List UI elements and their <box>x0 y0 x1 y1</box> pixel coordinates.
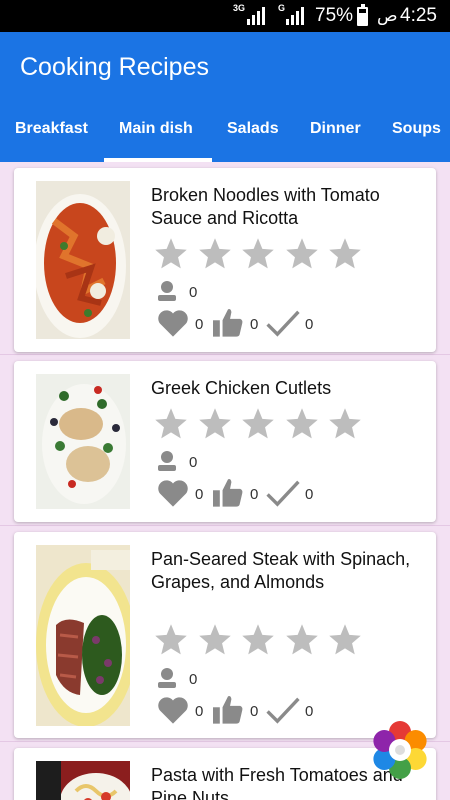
thumbs-up-count: 0 <box>250 316 259 333</box>
app-title: Cooking Recipes <box>20 53 209 81</box>
status-bar: 3G G 75% ص 4:25 <box>0 0 450 32</box>
tab-soups[interactable]: Soups <box>392 120 441 138</box>
clock: 4:25 <box>400 5 437 26</box>
likes-count: 0 <box>195 316 204 333</box>
checks-count: 0 <box>305 703 314 720</box>
recipe-title[interactable]: Broken Noodles with Tomato Sauce and Ric… <box>151 184 427 230</box>
star-icon[interactable] <box>153 622 189 658</box>
app-bar: Cooking Recipes Breakfast Main dish Sala… <box>0 32 450 162</box>
heart-icon[interactable] <box>156 308 190 338</box>
checks-count: 0 <box>305 486 314 503</box>
heart-icon[interactable] <box>156 478 190 508</box>
heart-icon[interactable] <box>156 695 190 725</box>
user-icon <box>158 451 176 471</box>
ratings-count: 0 <box>189 284 198 301</box>
star-icon[interactable] <box>284 622 320 658</box>
signal-strength-icon-2 <box>286 7 304 25</box>
star-icon[interactable] <box>240 622 276 658</box>
star-icon[interactable] <box>327 236 363 272</box>
check-icon[interactable] <box>266 309 300 337</box>
star-icon[interactable] <box>284 236 320 272</box>
recipe-thumbnail <box>36 181 130 339</box>
tab-selected-indicator <box>104 158 212 162</box>
rating-stars[interactable] <box>153 406 369 442</box>
network-type-label-2: G <box>278 3 286 13</box>
battery-icon <box>357 4 368 26</box>
settings-flower-icon[interactable] <box>370 720 430 780</box>
battery-percent: 75% <box>315 5 354 26</box>
thumbs-up-icon[interactable] <box>211 695 245 725</box>
star-icon[interactable] <box>153 406 189 442</box>
star-icon[interactable] <box>197 236 233 272</box>
tab-dinner[interactable]: Dinner <box>310 120 361 138</box>
likes-count: 0 <box>195 486 204 503</box>
recipe-title[interactable]: Pan-Seared Steak with Spinach, Grapes, a… <box>151 548 427 594</box>
am-pm-label: ص <box>377 6 398 25</box>
recipe-title[interactable]: Greek Chicken Cutlets <box>151 377 427 400</box>
rating-stars[interactable] <box>153 622 369 658</box>
star-icon[interactable] <box>327 406 363 442</box>
star-icon[interactable] <box>327 622 363 658</box>
recipe-card[interactable]: Pan-Seared Steak with Spinach, Grapes, a… <box>14 532 436 738</box>
row-divider <box>0 525 450 526</box>
recipe-thumbnail <box>36 374 130 509</box>
star-icon[interactable] <box>197 622 233 658</box>
check-icon[interactable] <box>266 696 300 724</box>
ratings-count: 0 <box>189 671 198 688</box>
recipe-thumbnail <box>36 545 130 726</box>
star-icon[interactable] <box>240 236 276 272</box>
star-icon[interactable] <box>153 236 189 272</box>
thumbs-up-count: 0 <box>250 486 259 503</box>
row-divider <box>0 354 450 355</box>
recipe-card[interactable]: Broken Noodles with Tomato Sauce and Ric… <box>14 168 436 352</box>
recipe-card[interactable]: Greek Chicken Cutlets 0 0 0 0 <box>14 361 436 522</box>
star-icon[interactable] <box>284 406 320 442</box>
star-icon[interactable] <box>240 406 276 442</box>
check-icon[interactable] <box>266 479 300 507</box>
battery-fill <box>359 12 366 24</box>
user-icon <box>158 281 176 301</box>
star-icon[interactable] <box>197 406 233 442</box>
thumbs-up-icon[interactable] <box>211 308 245 338</box>
ratings-count: 0 <box>189 454 198 471</box>
thumbs-up-icon[interactable] <box>211 478 245 508</box>
signal-strength-icon <box>247 7 265 25</box>
user-icon <box>158 668 176 688</box>
network-type-label: 3G <box>233 3 246 13</box>
recipe-thumbnail <box>36 761 130 800</box>
tab-breakfast[interactable]: Breakfast <box>15 120 88 138</box>
checks-count: 0 <box>305 316 314 333</box>
tab-main-dish[interactable]: Main dish <box>119 120 193 138</box>
tab-salads[interactable]: Salads <box>227 120 279 138</box>
thumbs-up-count: 0 <box>250 703 259 720</box>
likes-count: 0 <box>195 703 204 720</box>
rating-stars[interactable] <box>153 236 369 272</box>
